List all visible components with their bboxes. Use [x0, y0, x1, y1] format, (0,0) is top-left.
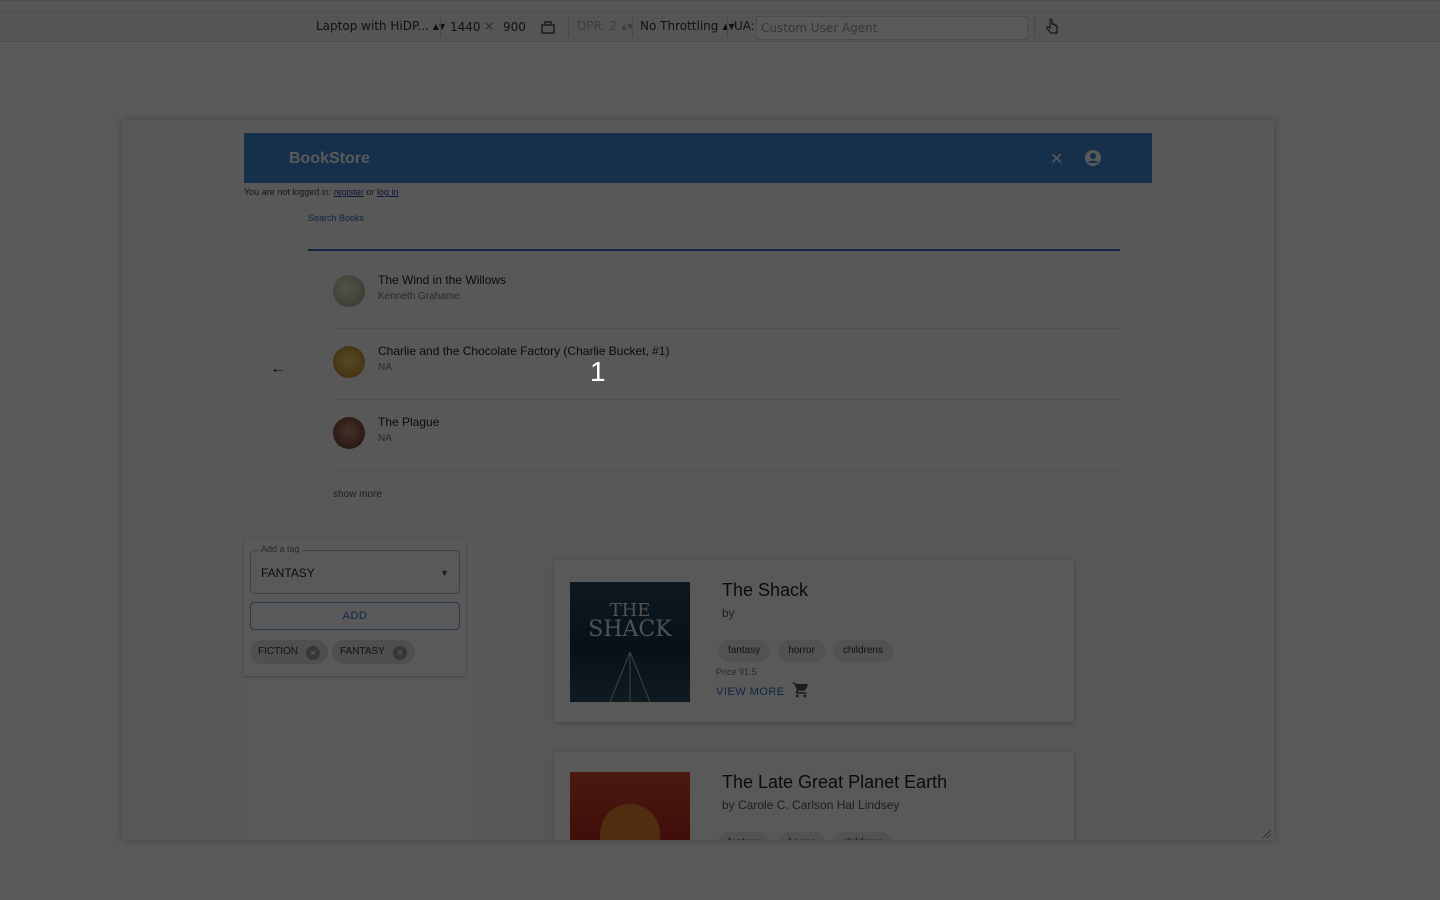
cart-icon[interactable] — [792, 681, 810, 699]
tag-select[interactable]: Add a tag FANTASY ▼ — [250, 544, 460, 594]
book-title[interactable]: The Late Great Planet Earth — [722, 772, 947, 793]
show-more-link[interactable]: show more — [333, 489, 382, 500]
book-price: Price 91.5 — [716, 667, 757, 677]
step-number: 1 — [590, 356, 606, 387]
result-title: Charlie and the Chocolate Factory (Charl… — [378, 344, 670, 358]
device-viewport: BookStore ✕ You are not logged in: regis… — [122, 120, 1274, 840]
result-title: The Plague — [378, 415, 440, 429]
updown-caret-icon: ▲▼ — [722, 22, 735, 31]
book-tag: horror — [778, 832, 825, 840]
back-arrow-icon[interactable]: ← — [270, 360, 286, 378]
account-circle-icon[interactable] — [1084, 149, 1102, 172]
book-tag: childrens — [832, 832, 893, 840]
divider — [440, 17, 441, 37]
book-tags: fantasy horror childrens — [718, 640, 901, 662]
result-author: Kenneth Grahame — [378, 291, 460, 302]
tag-filter-panel: Add a tag FANTASY ▼ ADD FICTION ✕ FANTASY… — [244, 538, 466, 676]
touch-icon[interactable] — [1044, 17, 1060, 42]
tag-chip: FANTASY ✕ — [332, 640, 415, 664]
search-result-item[interactable]: Charlie and the Chocolate Factory (Charl… — [332, 329, 1120, 400]
book-tags: fantasy horror childrens — [718, 832, 901, 840]
book-author: by Carole C. Carlson Hal Lindsey — [722, 798, 900, 812]
book-tag: childrens — [832, 640, 893, 662]
book-card: THE SHACK The Shack by fantasy horror chil… — [554, 560, 1074, 722]
login-link[interactable]: log in — [377, 187, 399, 197]
divider — [1034, 17, 1035, 37]
tag-select-value: FANTASY — [261, 566, 315, 580]
close-icon[interactable]: ✕ — [1050, 149, 1063, 169]
book-thumbnail — [333, 417, 365, 449]
width-input[interactable]: 1440 — [447, 15, 484, 39]
search-result-item[interactable]: The Wind in the Willows Kenneth Grahame — [332, 258, 1120, 329]
ua-label: UA: — [734, 19, 755, 33]
updown-caret-icon: ▲▼ — [432, 22, 446, 31]
book-cover[interactable] — [570, 772, 690, 840]
device-select-label: Laptop with HiDP... — [316, 19, 429, 33]
book-card: The Late Great Planet Earth by Carole C.… — [554, 752, 1074, 840]
svg-text:SHACK: SHACK — [588, 617, 672, 642]
dpr-select[interactable]: DPR: 2 ▲▼ — [577, 19, 633, 33]
devtools-top-strip — [0, 1, 1440, 12]
book-thumbnail — [333, 346, 365, 378]
book-cover[interactable]: THE SHACK — [570, 582, 690, 702]
book-tag: horror — [778, 640, 825, 662]
rotate-icon[interactable] — [540, 19, 556, 40]
dropdown-caret-icon: ▼ — [440, 568, 449, 578]
result-author: NA — [378, 362, 392, 373]
view-more-button[interactable]: VIEW MORE — [716, 686, 785, 698]
result-title: The Wind in the Willows — [378, 273, 507, 287]
device-toolbar: Laptop with HiDP... ▲▼ 1440 × 900 DPR: 2 ▲… — [0, 0, 1440, 42]
login-or-text: or — [366, 187, 375, 197]
book-tag: fantasy — [718, 640, 771, 662]
divider — [568, 17, 569, 37]
user-agent-input[interactable]: Custom User Agent — [756, 16, 1028, 40]
book-title[interactable]: The Shack — [722, 580, 808, 601]
search-input[interactable] — [308, 249, 1120, 251]
tag-chip-label: FANTASY — [340, 646, 385, 657]
tag-chip: FICTION ✕ — [250, 640, 328, 664]
login-status: You are not logged in: register or log i… — [244, 187, 398, 197]
remove-tag-icon[interactable]: ✕ — [392, 646, 407, 660]
dpr-label: DPR: 2 — [577, 19, 617, 33]
dimension-separator: × — [484, 19, 495, 33]
throttling-label: No Throttling — [640, 19, 719, 33]
book-author: by — [722, 606, 735, 620]
register-link[interactable]: register — [334, 187, 364, 197]
book-thumbnail — [333, 275, 365, 307]
login-status-text: You are not logged in: — [244, 187, 332, 197]
tag-select-label: Add a tag — [259, 544, 302, 554]
book-tag: fantasy — [718, 832, 771, 840]
device-select[interactable]: Laptop with HiDP... ▲▼ — [316, 19, 445, 33]
search-label: Search Books — [308, 213, 365, 223]
resize-handle-icon[interactable] — [1260, 826, 1272, 839]
height-input[interactable]: 900 — [500, 15, 529, 39]
app-title[interactable]: BookStore — [289, 150, 370, 168]
remove-tag-icon[interactable]: ✕ — [306, 646, 320, 660]
app-header: BookStore ✕ — [244, 133, 1152, 183]
divider — [727, 17, 728, 37]
add-tag-button[interactable]: ADD — [250, 602, 460, 630]
result-author: NA — [378, 433, 392, 444]
tag-chip-label: FICTION — [258, 646, 298, 657]
emulation-stage: BookStore ✕ You are not logged in: regis… — [0, 42, 1440, 900]
search-result-item[interactable]: The Plague NA — [332, 400, 1120, 471]
divider — [632, 17, 633, 37]
throttling-select[interactable]: No Throttling ▲▼ — [640, 19, 735, 33]
